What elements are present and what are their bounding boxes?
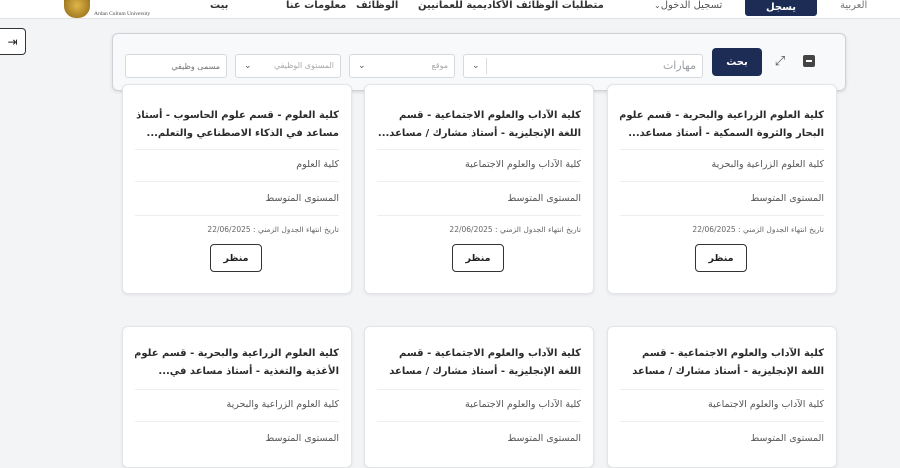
view-job-button[interactable]: منظر [210, 244, 262, 272]
nav-about-link[interactable]: معلومات عنا [286, 0, 346, 11]
divider [135, 421, 339, 422]
divider [377, 215, 581, 216]
login-dropdown[interactable]: تسجيل الدخول⌄ [650, 0, 722, 11]
job-card-title[interactable]: كلية العلوم الزراعية والبحرية - قسم علوم… [620, 107, 824, 143]
nav-requirements-link[interactable]: متطلبات الوظائف الأكاديمية للعمانيين [418, 0, 604, 11]
divider [620, 215, 824, 216]
job-card-title[interactable]: كلية العلوم - قسم علوم الحاسوب - أستاذ م… [135, 107, 339, 143]
job-card-level: المستوى المتوسط [750, 433, 824, 444]
job-card[interactable]: كلية العلوم الزراعية والبحرية - قسم علوم… [122, 326, 352, 468]
arrow-right-icon: ⇥ [7, 34, 18, 49]
divider [135, 181, 339, 182]
view-job-button[interactable]: منظر [695, 244, 747, 272]
job-filter-bar: المستوى الوظيفي ⌄ موقع ⌄ مهارات ⌄ بحث ⤢ [112, 33, 846, 91]
job-card-faculty: كلية العلوم الزراعية والبحرية [711, 159, 824, 170]
job-card-level: المستوى المتوسط [265, 193, 339, 204]
nav-jobs-link[interactable]: الوظائف [356, 0, 398, 11]
job-card-level: المستوى المتوسط [507, 193, 581, 204]
chevron-down-icon: ⌄ [358, 61, 366, 71]
seal-icon [64, 0, 90, 18]
nav-home-link[interactable]: بيت [210, 0, 228, 11]
divider [135, 149, 339, 150]
skills-placeholder: مهارات [662, 59, 696, 72]
chevron-down-icon: ⌄ [244, 61, 252, 71]
job-card-title-line1: كلية العلوم - قسم علوم الحاسوب - أستاذ [136, 110, 339, 121]
logo-text: Ardan Cultum University [94, 10, 151, 17]
job-card-title-line2: مساعد في الذكاء الاصطناعي والتعلم... [146, 128, 339, 139]
divider [377, 389, 581, 390]
select-separator [486, 58, 487, 74]
job-card-title-line2: اللغة الإنجليزية - أستاذ مشارك / مساعد [632, 366, 824, 377]
job-card-title[interactable]: كلية الآداب والعلوم الاجتماعية - قسم الل… [377, 107, 581, 143]
job-card-deadline: تاريخ انتهاء الجدول الزمني : 22/06/2025 [449, 225, 581, 234]
top-navbar: Ardan Cultum University بيت معلومات عنا … [0, 0, 900, 19]
divider [620, 149, 824, 150]
collapse-icon[interactable] [803, 55, 815, 67]
job-card-title-line1: كلية العلوم الزراعية والبحرية - قسم علوم [620, 110, 824, 121]
skills-select[interactable]: مهارات ⌄ [463, 54, 703, 78]
divider [620, 181, 824, 182]
job-card-title[interactable]: كلية الآداب والعلوم الاجتماعية - قسم الل… [620, 345, 824, 381]
location-select[interactable]: موقع ⌄ [349, 54, 455, 78]
job-card-deadline: تاريخ انتهاء الجدول الزمني : 22/06/2025 [207, 225, 339, 234]
divider [377, 421, 581, 422]
job-card-title[interactable]: كلية العلوم الزراعية والبحرية - قسم علوم… [135, 345, 339, 381]
search-button[interactable]: بحث [712, 48, 762, 76]
job-level-select[interactable]: المستوى الوظيفي ⌄ [235, 54, 341, 78]
expand-icon[interactable]: ⤢ [772, 54, 788, 70]
job-card-faculty: كلية الآداب والعلوم الاجتماعية [707, 399, 824, 410]
divider [377, 181, 581, 182]
job-card-level: المستوى المتوسط [507, 433, 581, 444]
login-label: تسجيل الدخول [660, 0, 723, 11]
job-card-faculty: كلية العلوم الزراعية والبحرية [226, 399, 339, 410]
job-card-title-line1: كلية العلوم الزراعية والبحرية - قسم علوم [135, 348, 339, 359]
signup-button[interactable]: يسجل [745, 0, 817, 16]
job-card[interactable]: كلية الآداب والعلوم الاجتماعية - قسم الل… [364, 84, 594, 294]
job-card-title-line2: الأغذية والتغذية - أستاذ مساعد في... [158, 366, 339, 377]
job-card-level: المستوى المتوسط [750, 193, 824, 204]
job-card[interactable]: كلية العلوم - قسم علوم الحاسوب - أستاذ م… [122, 84, 352, 294]
job-card[interactable]: كلية الآداب والعلوم الاجتماعية - قسم الل… [364, 326, 594, 468]
divider [620, 421, 824, 422]
job-level-placeholder: المستوى الوظيفي [273, 61, 334, 70]
location-placeholder: موقع [431, 61, 449, 70]
chevron-down-icon: ⌄ [472, 61, 480, 71]
job-card-title-line2: اللغة الإنجليزية - أستاذ مشارك / مساعد..… [377, 128, 581, 139]
job-card-faculty: كلية الآداب والعلوم الاجتماعية [464, 399, 581, 410]
job-card-faculty: كلية الآداب والعلوم الاجتماعية [464, 159, 581, 170]
divider [135, 215, 339, 216]
divider [135, 389, 339, 390]
view-job-button[interactable]: منظر [452, 244, 504, 272]
chevron-down-icon: ⌄ [654, 1, 661, 10]
language-switch[interactable]: العربية [840, 0, 867, 11]
job-card-title-line1: كلية الآداب والعلوم الاجتماعية - قسم [642, 348, 824, 359]
divider [620, 389, 824, 390]
job-card[interactable]: كلية العلوم الزراعية والبحرية - قسم علوم… [607, 84, 837, 294]
job-card-deadline: تاريخ انتهاء الجدول الزمني : 22/06/2025 [692, 225, 824, 234]
job-card-faculty: كلية العلوم [296, 159, 339, 170]
job-card[interactable]: كلية الآداب والعلوم الاجتماعية - قسم الل… [607, 326, 837, 468]
job-card-title-line1: كلية الآداب والعلوم الاجتماعية - قسم [399, 110, 581, 121]
job-card-title-line2: اللغة الإنجليزية - أستاذ مشارك / مساعد [389, 366, 581, 377]
job-title-input[interactable] [125, 54, 227, 78]
job-card-title-line1: كلية الآداب والعلوم الاجتماعية - قسم [399, 348, 581, 359]
job-card-title[interactable]: كلية الآداب والعلوم الاجتماعية - قسم الل… [377, 345, 581, 381]
job-card-title-line2: البحار والثروة السمكية - أستاذ مساعد... [628, 128, 824, 139]
university-logo[interactable]: Ardan Cultum University [64, 0, 174, 18]
divider [377, 149, 581, 150]
job-card-level: المستوى المتوسط [265, 433, 339, 444]
sidebar-toggle-button[interactable]: ⇥ [0, 28, 26, 55]
